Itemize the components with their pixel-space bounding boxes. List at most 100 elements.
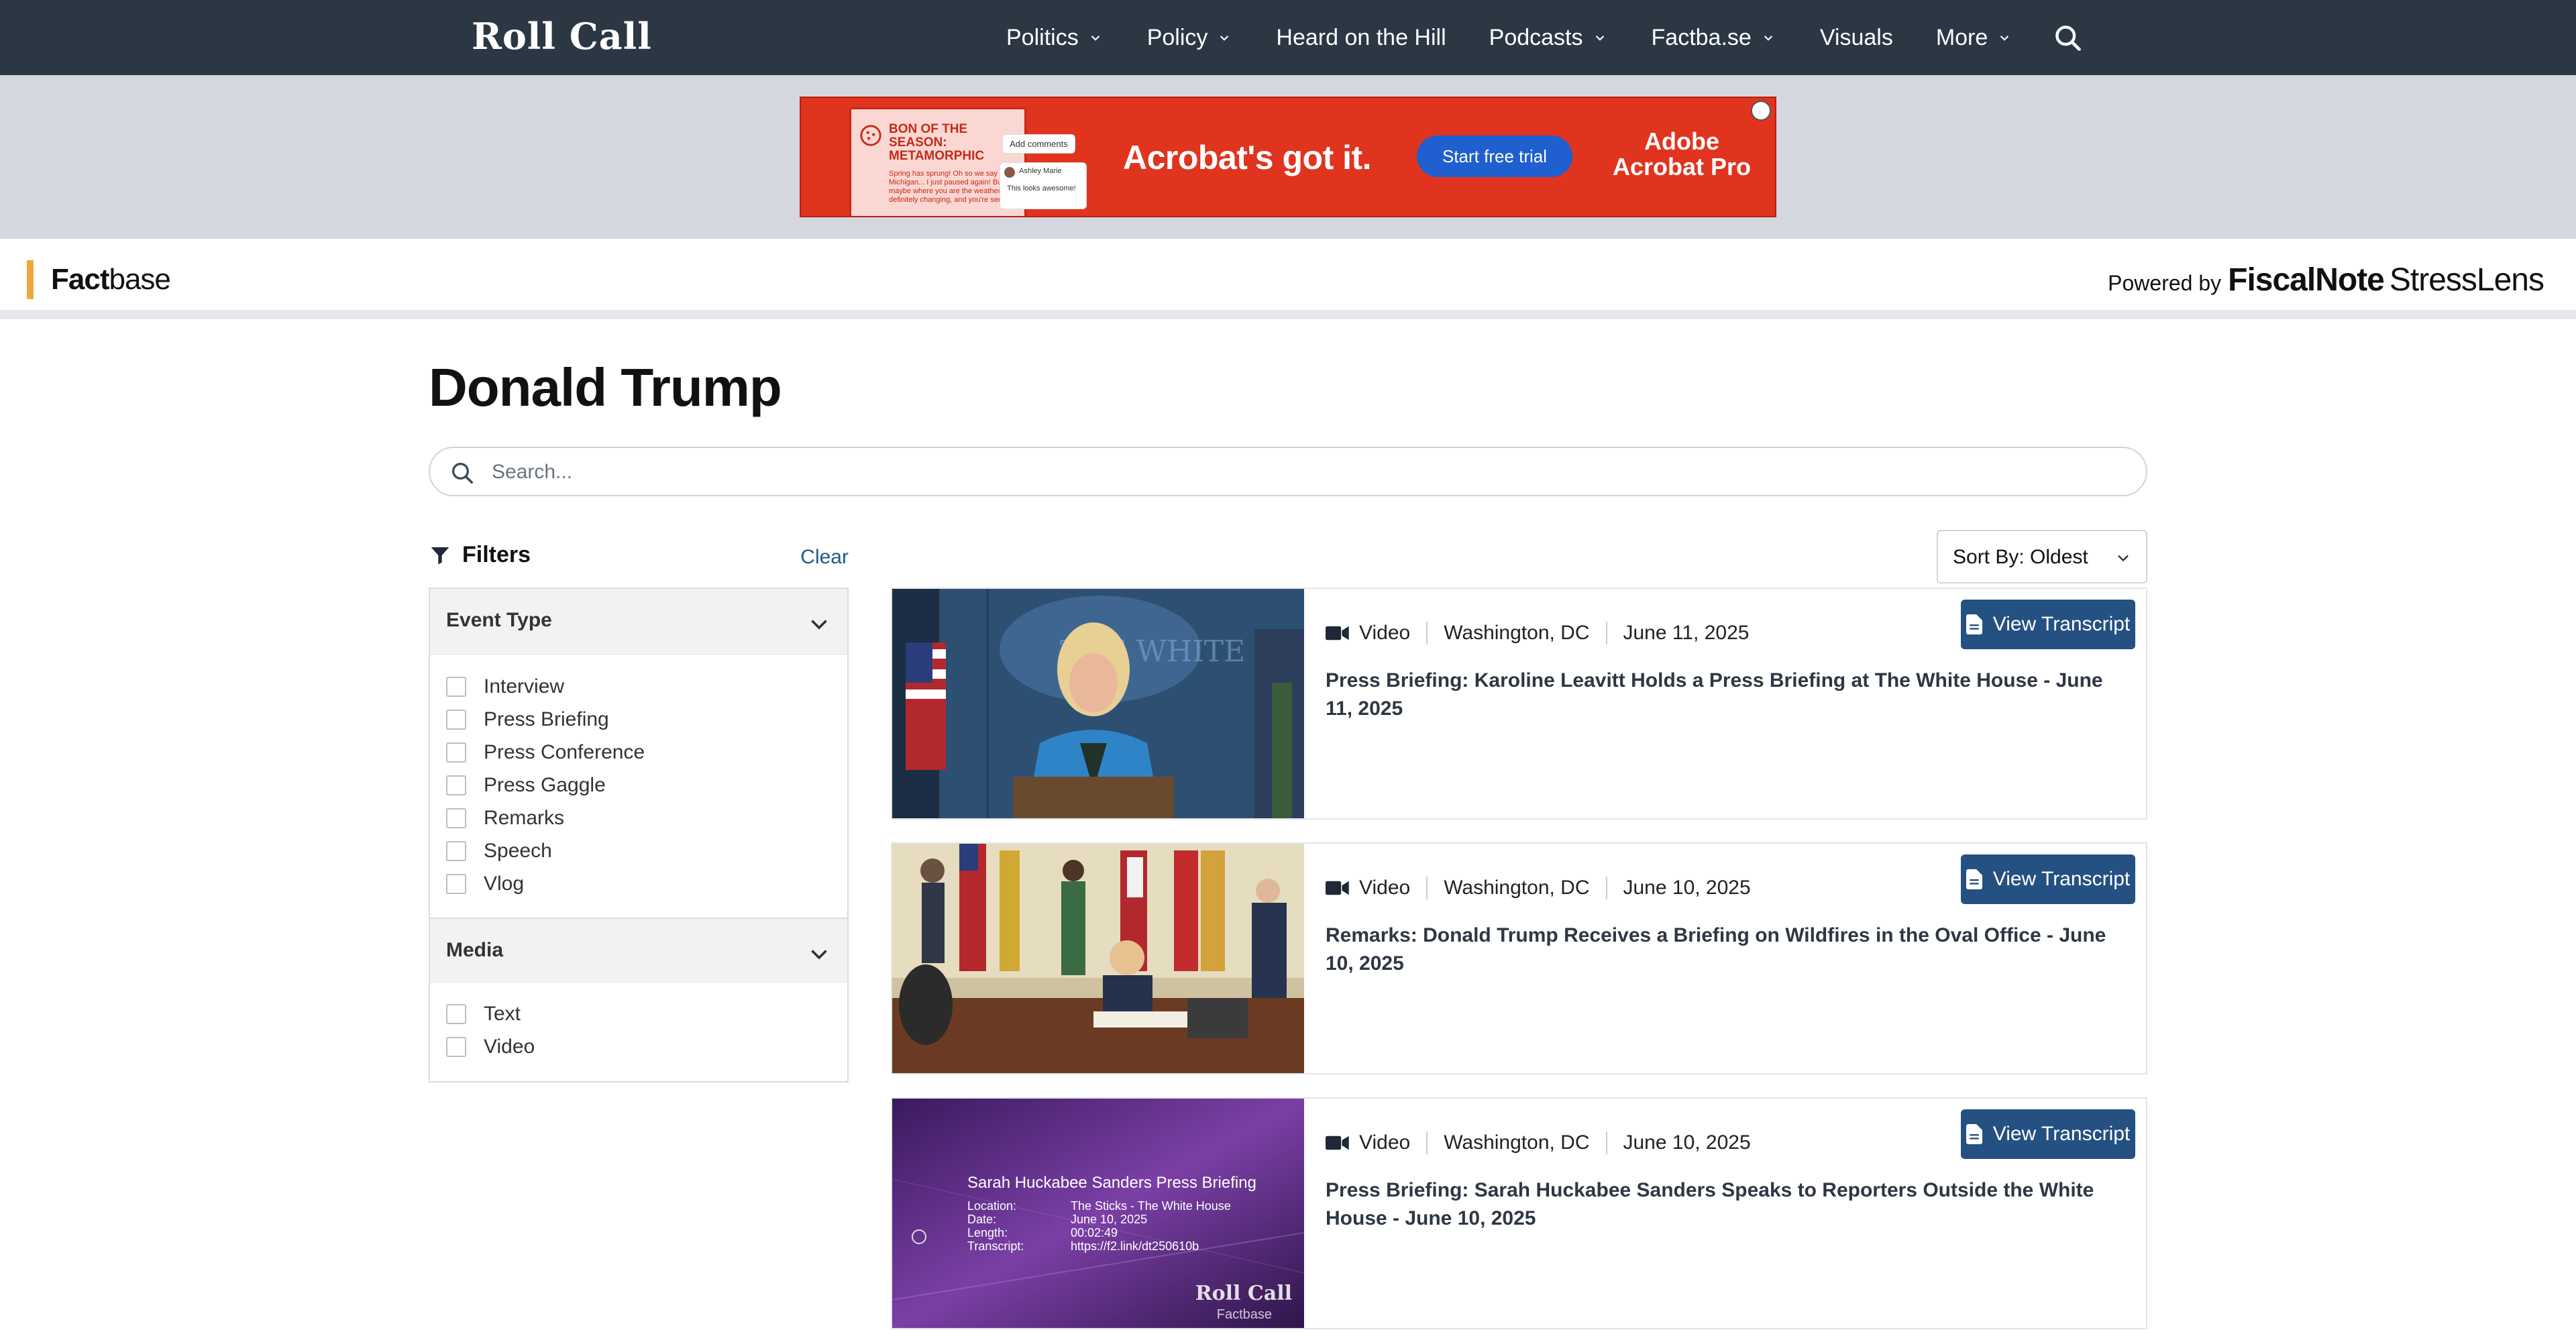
checkbox[interactable] <box>446 710 466 730</box>
view-transcript-label: View Transcript <box>1992 613 2131 635</box>
divider <box>1426 622 1428 645</box>
checkbox-remarks[interactable]: Remarks <box>446 805 564 832</box>
view-transcript-button[interactable]: View Transcript <box>1961 1109 2135 1159</box>
search-input[interactable] <box>492 456 2102 488</box>
checkbox[interactable] <box>446 1004 466 1024</box>
nav-item-label: Podcasts <box>1489 24 1583 50</box>
media-type-label: Video <box>1359 877 1411 899</box>
checkbox-interview[interactable]: Interview <box>446 673 564 700</box>
powered-by[interactable]: Powered by FiscalNote StressLens <box>2108 262 2544 298</box>
video-thumbnail[interactable] <box>892 844 1304 1073</box>
checkbox[interactable] <box>446 742 466 763</box>
nav-item-podcasts[interactable]: Podcasts <box>1489 25 1609 51</box>
view-transcript-label: View Transcript <box>1992 1123 2131 1145</box>
result-location: Washington, DC <box>1444 877 1590 899</box>
result-title-link[interactable]: Remarks: Donald Trump Receives a Briefin… <box>1326 922 2131 978</box>
view-transcript-button[interactable]: View Transcript <box>1961 854 2135 904</box>
result-meta: Video Washington, DC June 11, 2025 <box>1326 620 1749 647</box>
nav-item-label: Policy <box>1146 24 1208 50</box>
result-meta: Video Washington, DC June 10, 2025 <box>1326 875 1751 901</box>
filter-section-media[interactable]: Media <box>430 918 847 983</box>
checkbox[interactable] <box>446 677 466 697</box>
nav-item-heard-on-the-hill[interactable]: Heard on the Hill <box>1276 25 1446 51</box>
ad-choices-icon[interactable] <box>1751 101 1771 121</box>
nav-item-politics[interactable]: Politics <box>1006 25 1104 51</box>
checkbox[interactable] <box>446 1037 466 1057</box>
video-camera-icon <box>1326 626 1349 641</box>
checkbox[interactable] <box>446 841 466 861</box>
checkbox[interactable] <box>446 775 466 795</box>
media-type: Video <box>1326 1131 1410 1154</box>
result-meta: Video Washington, DC June 10, 2025 <box>1326 1129 1751 1156</box>
cookie-icon <box>860 125 881 146</box>
thumbnail-caption-label: Length: <box>967 1226 1008 1239</box>
nav-item-label: Politics <box>1006 24 1079 50</box>
checkbox-press-conference[interactable]: Press Conference <box>446 739 645 766</box>
thumbnail-caption-value: The Sticks - The White House <box>1071 1199 1231 1213</box>
chevron-down-icon <box>811 620 827 630</box>
checkbox-text[interactable]: Text <box>446 1001 521 1028</box>
video-camera-icon <box>1326 1135 1349 1150</box>
checkbox-label: Vlog <box>484 873 525 895</box>
media-type-label: Video <box>1359 1131 1411 1154</box>
filter-section-title: Event Type <box>446 609 552 631</box>
nav-item-policy[interactable]: Policy <box>1147 25 1234 51</box>
checkbox-label: Speech <box>484 840 552 862</box>
video-thumbnail[interactable]: Sarah Huckabee Sanders Press Briefing Lo… <box>892 1099 1304 1328</box>
thumbnail-press-briefing-image: THE WHITE HOUSE <box>892 589 1304 818</box>
result-location: Washington, DC <box>1444 1131 1590 1154</box>
factbase-logo[interactable]: Factbase <box>51 263 171 296</box>
thumbnail-oval-office-image <box>892 844 1304 1073</box>
top-navigation: Roll Call Politics Policy Heard on the H… <box>0 0 2576 75</box>
result-title-link[interactable]: Press Briefing: Karoline Leavitt Holds a… <box>1326 667 2131 723</box>
ad-reply-bubble: Ashley Marie This looks awesome! <box>1000 162 1087 209</box>
checkbox-video[interactable]: Video <box>446 1034 535 1060</box>
thumbnail-caption-value: 00:02:49 <box>1071 1226 1118 1239</box>
checkbox[interactable] <box>446 808 466 828</box>
result-title-link[interactable]: Press Briefing: Sarah Huckabee Sanders S… <box>1326 1176 2131 1233</box>
chevron-down-icon <box>1220 36 1229 41</box>
ad-start-trial-button[interactable]: Start free trial <box>1417 135 1572 177</box>
search-icon[interactable] <box>2053 23 2082 52</box>
nav-item-factbase[interactable]: Factba.se <box>1652 25 1777 51</box>
result-date: June 10, 2025 <box>1623 1131 1751 1154</box>
sort-dropdown[interactable]: Sort By: Oldest <box>1937 530 2147 584</box>
thumbnail-brand-sub: Factbase <box>1216 1307 1272 1322</box>
view-transcript-button[interactable]: View Transcript <box>1961 600 2135 649</box>
result-date: June 11, 2025 <box>1623 622 1750 644</box>
divider <box>1426 1131 1428 1154</box>
view-transcript-label: View Transcript <box>1992 868 2131 890</box>
checkbox[interactable] <box>446 874 466 894</box>
avatar <box>1004 167 1015 178</box>
ad-brand: Adobe Acrobat Pro <box>1613 129 1751 180</box>
factbase-logo-bold: Fact <box>51 263 109 296</box>
chevron-down-icon <box>811 950 827 960</box>
video-thumbnail[interactable]: THE WHITE HOUSE <box>892 589 1304 818</box>
checkbox-press-briefing[interactable]: Press Briefing <box>446 706 609 733</box>
result-card[interactable]: Sarah Huckabee Sanders Press Briefing Lo… <box>891 1097 2147 1329</box>
chevron-down-icon <box>2118 555 2129 562</box>
ad-brand-line2: Acrobat Pro <box>1613 153 1752 180</box>
chevron-down-icon <box>2000 36 2009 41</box>
checkbox-label: Remarks <box>484 807 565 829</box>
nav-item-more[interactable]: More <box>1936 25 2013 51</box>
document-icon <box>1966 614 1982 634</box>
filters-title: Filters <box>462 542 531 567</box>
checkbox-vlog[interactable]: Vlog <box>446 871 524 897</box>
nav-item-visuals[interactable]: Visuals <box>1820 25 1893 51</box>
powered-by-label: Powered by <box>2108 271 2222 295</box>
ad-comment-bubble: Add comments <box>1002 134 1075 154</box>
chevron-down-icon <box>1091 36 1099 41</box>
search-field[interactable] <box>429 447 2147 496</box>
result-card[interactable]: Video Washington, DC June 10, 2025 Remar… <box>891 842 2147 1074</box>
clear-filters-link[interactable]: Clear <box>800 546 849 569</box>
roll-call-logo[interactable]: Roll Call <box>472 15 652 58</box>
ad-reply-user: Ashley Marie <box>1019 167 1062 175</box>
divider <box>0 310 2576 319</box>
checkbox-press-gaggle[interactable]: Press Gaggle <box>446 772 606 799</box>
sort-label: Sort By: Oldest <box>1953 546 2088 568</box>
filter-section-event-type[interactable]: Event Type <box>430 589 847 655</box>
checkbox-speech[interactable]: Speech <box>446 838 552 865</box>
result-card[interactable]: THE WHITE HOUSE Video Washington, DC Jun… <box>891 588 2147 820</box>
advertisement-banner[interactable]: BON OF THE SEASON: METAMORPHIC Spring ha… <box>800 97 1776 217</box>
